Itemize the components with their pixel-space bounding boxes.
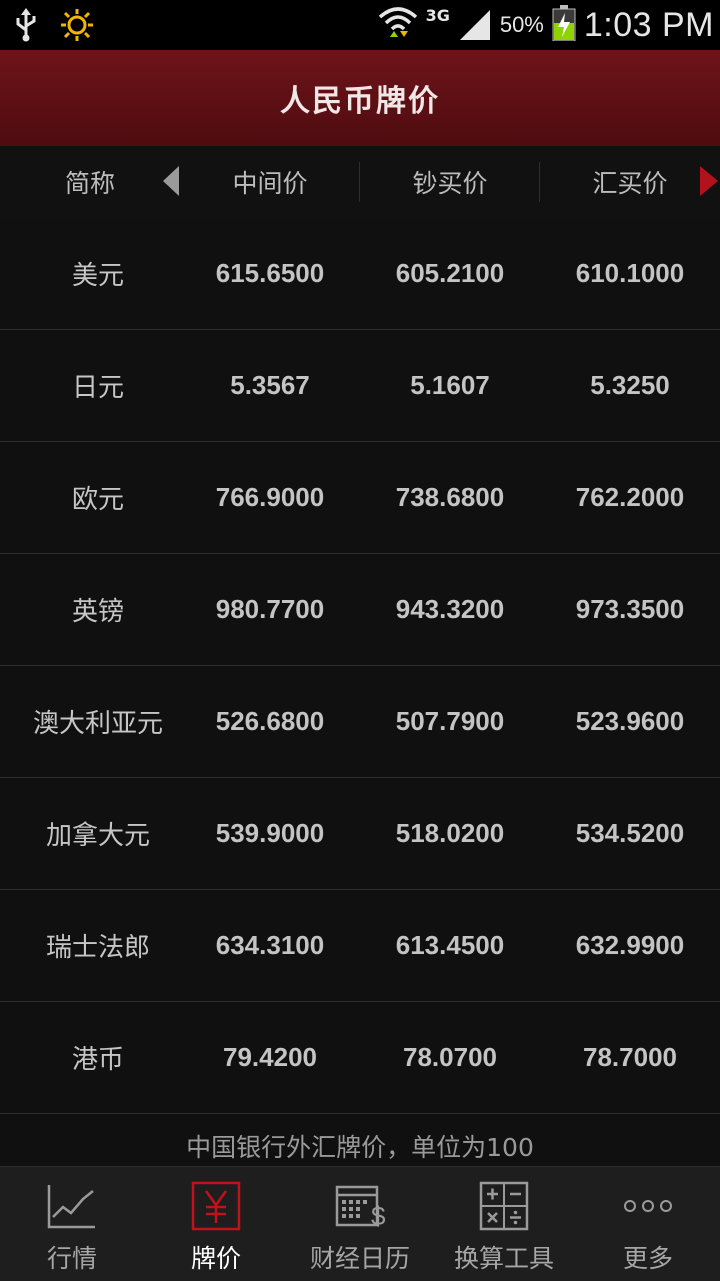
nav-item-more[interactable]: 更多	[576, 1167, 720, 1281]
currency-name: 美元	[71, 261, 124, 291]
brightness-icon	[60, 8, 94, 46]
column-name: 简称	[64, 169, 115, 198]
transfer-buy-price: 5.3250	[590, 370, 670, 400]
middle-price: 980.7700	[215, 594, 325, 624]
table-row[interactable]: 欧元 766.9000 738.6800 762.2000	[0, 442, 720, 554]
middle-price: 79.4200	[223, 1042, 317, 1072]
usb-icon	[14, 8, 38, 46]
middle-price: 615.6500	[215, 258, 325, 288]
currency-name: 英镑	[71, 597, 124, 627]
nav-label: 更多	[622, 1244, 673, 1273]
nav-item-market[interactable]: 行情	[0, 1167, 144, 1281]
table-row[interactable]: 港币 79.4200 78.0700 78.7000	[0, 1002, 720, 1114]
currency-name: 欧元	[71, 485, 124, 515]
calendar-dollar-icon: $	[335, 1181, 386, 1231]
currency-name: 加拿大元	[45, 821, 150, 851]
currency-name: 瑞士法郎	[45, 933, 150, 963]
column-header: 简称 中间价 钞买价 汇买价	[0, 146, 720, 218]
status-time: 1:03 PM	[583, 5, 714, 44]
cash-buy-price: 78.0700	[403, 1042, 497, 1072]
scroll-left-arrow-icon[interactable]	[163, 166, 179, 196]
nav-label: 行情	[46, 1244, 97, 1273]
middle-price: 766.9000	[215, 482, 325, 512]
nav-item-converter[interactable]: 换算工具	[432, 1167, 576, 1281]
transfer-buy-price: 973.3500	[575, 594, 685, 624]
cash-buy-price: 605.2100	[395, 258, 505, 288]
nav-item-rates[interactable]: 牌价	[144, 1167, 288, 1281]
table-row[interactable]: 英镑 980.7700 943.3200 973.3500	[0, 554, 720, 666]
battery-percent: 50%	[499, 12, 544, 37]
middle-price: 526.6800	[215, 706, 325, 736]
rate-table: 美元 615.6500 605.2100 610.1000 日元 5.3567 …	[0, 218, 720, 1114]
middle-price: 5.3567	[230, 370, 310, 400]
currency-name: 日元	[71, 373, 124, 403]
transfer-buy-price: 632.9900	[575, 930, 685, 960]
column-middle-price: 中间价	[232, 169, 308, 198]
wifi-icon	[378, 3, 418, 47]
column-cash-buy: 钞买价	[412, 169, 488, 198]
transfer-buy-price: 534.5200	[575, 818, 685, 848]
yuan-icon	[191, 1181, 241, 1231]
network-type: 3G	[425, 5, 450, 25]
bottom-nav: 行情 牌价 $ 财经日历 换算工具 更多	[0, 1166, 720, 1281]
svg-text:$: $	[371, 1201, 386, 1231]
column-transfer-buy: 汇买价	[592, 169, 668, 198]
status-bar: 3G 50% 1:03 PM	[0, 0, 720, 50]
cash-buy-price: 613.4500	[395, 930, 505, 960]
scroll-right-arrow-icon[interactable]	[700, 166, 718, 196]
transfer-buy-price: 610.1000	[575, 258, 685, 288]
table-row[interactable]: 澳大利亚元 526.6800 507.7900 523.9600	[0, 666, 720, 778]
transfer-buy-price: 78.7000	[583, 1042, 677, 1072]
table-row[interactable]: 美元 615.6500 605.2100 610.1000	[0, 218, 720, 330]
source-footnote: 中国银行外汇牌价，单位为100	[186, 1133, 534, 1162]
page-title: 人民币牌价	[280, 84, 440, 119]
battery-charging-icon	[552, 5, 576, 45]
more-dots-icon	[623, 1181, 673, 1231]
middle-price: 539.9000	[215, 818, 325, 848]
table-row[interactable]: 加拿大元 539.9000 518.0200 534.5200	[0, 778, 720, 890]
title-bar: 人民币牌价	[0, 50, 720, 147]
currency-name: 港币	[71, 1045, 124, 1075]
table-row[interactable]: 瑞士法郎 634.3100 613.4500 632.9900	[0, 890, 720, 1002]
cash-buy-price: 5.1607	[410, 370, 490, 400]
cash-buy-price: 507.7900	[395, 706, 505, 736]
nav-label: 财经日历	[309, 1244, 410, 1273]
line-chart-icon	[47, 1181, 97, 1231]
middle-price: 634.3100	[215, 930, 325, 960]
currency-name: 澳大利亚元	[32, 709, 163, 739]
nav-label: 牌价	[190, 1244, 241, 1273]
nav-label: 换算工具	[453, 1244, 554, 1273]
nav-item-calendar[interactable]: $ 财经日历	[288, 1167, 432, 1281]
transfer-buy-price: 762.2000	[575, 482, 685, 512]
cash-buy-price: 518.0200	[395, 818, 505, 848]
cash-buy-price: 738.6800	[395, 482, 505, 512]
cash-buy-price: 943.3200	[395, 594, 505, 624]
table-row[interactable]: 日元 5.3567 5.1607 5.3250	[0, 330, 720, 442]
transfer-buy-price: 523.9600	[575, 706, 685, 736]
calculator-icon	[479, 1181, 529, 1231]
signal-icon	[458, 6, 492, 44]
